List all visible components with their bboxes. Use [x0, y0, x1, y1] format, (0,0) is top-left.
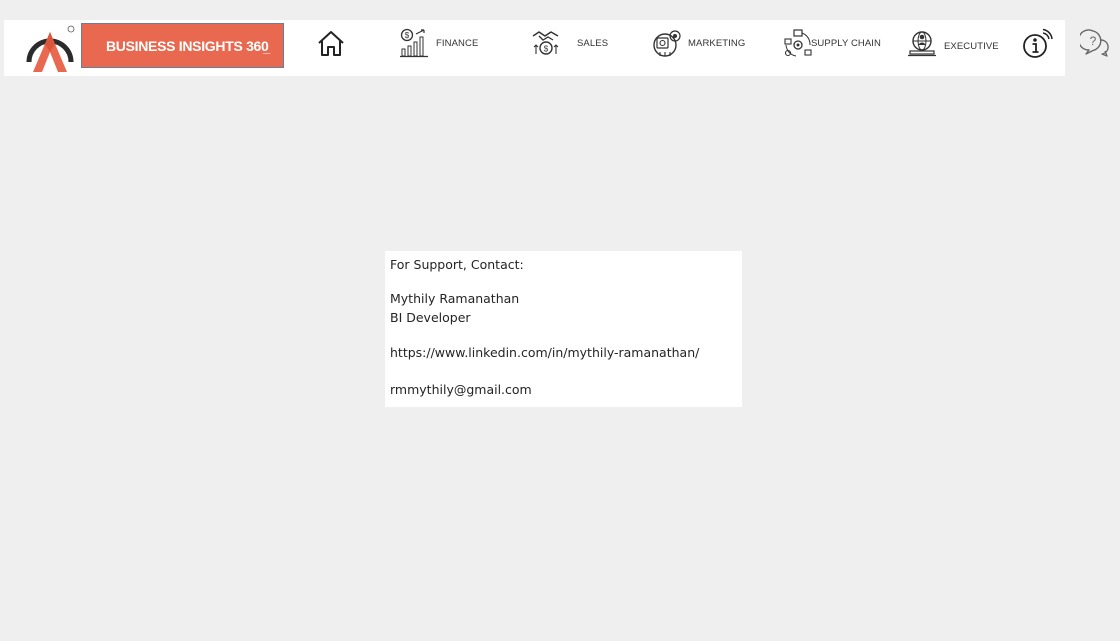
brand-title: BUSINESS INSIGHTS 360 [106, 38, 269, 54]
nav-item-finance[interactable]: $ FINANCE [399, 24, 479, 68]
page: BUSINESS INSIGHTS 360 _ $ FINANCE $ SALE… [0, 0, 1120, 641]
nav-item-marketing[interactable]: MARKETING [651, 24, 746, 68]
support-contact-role: BI Developer [390, 310, 471, 325]
support-linkedin-link[interactable]: https://www.linkedin.com/in/mythily-rama… [390, 345, 699, 360]
nav-home-button[interactable] [316, 24, 348, 68]
brand-suffix: _ [263, 40, 271, 55]
home-icon [318, 31, 344, 56]
atliq-logo [24, 24, 76, 74]
support-email-link[interactable]: rmmythily@gmail.com [390, 382, 532, 397]
support-contact-card: For Support, Contact: Mythily Ramanathan… [385, 251, 742, 407]
nav-support-button[interactable]: ? [1080, 24, 1112, 68]
supply-chain-icon [784, 29, 812, 57]
support-question-icon: ? [1080, 29, 1109, 57]
marketing-icon [653, 30, 681, 57]
sales-handshake-icon: $ [532, 31, 559, 55]
nav-item-label: SALES [577, 38, 609, 49]
nav-item-label: FINANCE [436, 38, 479, 49]
nav-info-button[interactable] [1021, 24, 1053, 68]
svg-text:$: $ [405, 31, 410, 40]
info-icon [1023, 28, 1053, 58]
svg-text:$: $ [544, 45, 549, 54]
support-heading: For Support, Contact: [390, 257, 524, 272]
finance-chart-icon: $ [400, 28, 428, 58]
nav-item-sales[interactable]: $ SALES [531, 24, 609, 68]
support-contact-name: Mythily Ramanathan [390, 291, 520, 306]
executive-globe-icon [908, 31, 936, 57]
nav-item-executive[interactable]: EXECUTIVE [907, 24, 999, 68]
brand-title-box[interactable]: BUSINESS INSIGHTS 360 _ [81, 23, 284, 68]
nav-item-supply-chain[interactable]: SUPPLY CHAIN [784, 24, 881, 68]
nav-item-label: MARKETING [688, 38, 746, 49]
svg-text:?: ? [1090, 34, 1097, 48]
nav-item-label: EXECUTIVE [944, 41, 999, 52]
nav-item-label: SUPPLY CHAIN [811, 38, 882, 49]
